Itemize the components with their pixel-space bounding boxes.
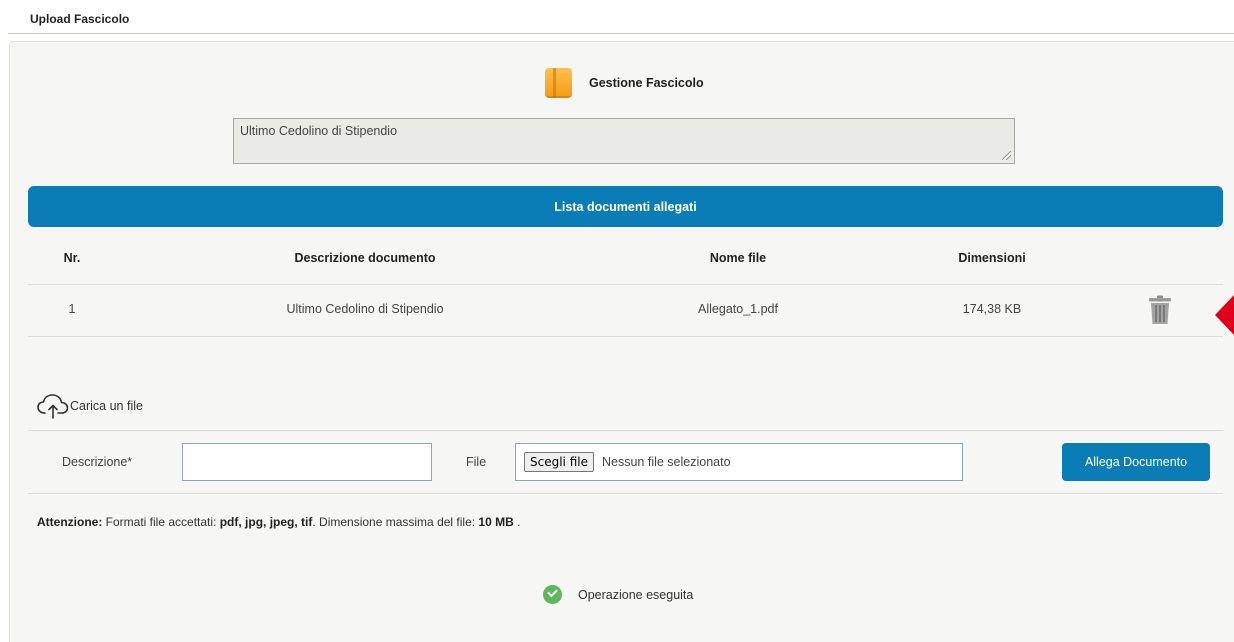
title-divider bbox=[8, 33, 1234, 34]
choose-file-button[interactable]: Scegli file bbox=[524, 452, 594, 472]
check-circle-icon bbox=[543, 585, 562, 604]
fascicolo-description-textarea[interactable]: Ultimo Cedolino di Stipendio bbox=[233, 118, 1015, 164]
descrizione-input[interactable] bbox=[182, 443, 432, 481]
attach-document-button[interactable]: Allega Documento bbox=[1062, 443, 1210, 481]
column-header-descrizione: Descrizione documento bbox=[294, 251, 436, 265]
notice-text-1: Formati file accettati: bbox=[102, 515, 220, 529]
descrizione-label: Descrizione* bbox=[62, 455, 133, 469]
trash-icon[interactable] bbox=[1148, 295, 1172, 325]
row-dimensioni: 174,38 KB bbox=[962, 302, 1022, 316]
row-nome-file: Allegato_1.pdf bbox=[698, 302, 778, 316]
notice-text-3: . bbox=[513, 515, 521, 529]
column-header-dimensioni: Dimensioni bbox=[958, 251, 1026, 265]
red-pointer-marker bbox=[1215, 295, 1234, 335]
row-nr: 1 bbox=[68, 302, 76, 316]
notice-max-size: 10 MB bbox=[478, 515, 514, 529]
operation-status: Operazione eseguita bbox=[543, 585, 693, 604]
notice-text-2: . Dimensione massima del file: bbox=[312, 515, 479, 529]
table-header-divider bbox=[28, 284, 1223, 285]
table-row-divider bbox=[28, 336, 1223, 337]
column-header-nr: Nr. bbox=[63, 251, 81, 265]
gestione-header: Gestione Fascicolo bbox=[545, 68, 704, 98]
file-label: File bbox=[466, 455, 487, 469]
resize-grip-icon[interactable] bbox=[1002, 151, 1011, 160]
fascicolo-description-text: Ultimo Cedolino di Stipendio bbox=[240, 124, 398, 138]
file-status-text: Nessun file selezionato bbox=[601, 455, 731, 469]
upload-form-bottom-divider bbox=[28, 493, 1223, 494]
file-input[interactable]: Scegli file Nessun file selezionato bbox=[515, 443, 963, 481]
notice-formats: pdf, jpg, jpeg, tif bbox=[219, 515, 313, 529]
upload-file-heading: Carica un file bbox=[36, 392, 143, 420]
cloud-upload-icon bbox=[37, 394, 69, 419]
upload-label: Carica un file bbox=[70, 399, 143, 413]
row-descrizione: Ultimo Cedolino di Stipendio bbox=[286, 302, 444, 316]
page-title: Upload Fascicolo bbox=[30, 12, 130, 26]
file-format-notice: Attenzione: Formati file accettati: pdf,… bbox=[37, 515, 520, 529]
column-header-nome-file: Nome file bbox=[709, 251, 767, 265]
notice-prefix: Attenzione: bbox=[37, 515, 103, 529]
upload-form-top-divider bbox=[28, 430, 1223, 431]
gestione-title: Gestione Fascicolo bbox=[589, 76, 704, 90]
status-message: Operazione eseguita bbox=[578, 587, 694, 602]
folder-icon bbox=[545, 68, 572, 98]
documents-list-header: Lista documenti allegati bbox=[28, 186, 1223, 227]
